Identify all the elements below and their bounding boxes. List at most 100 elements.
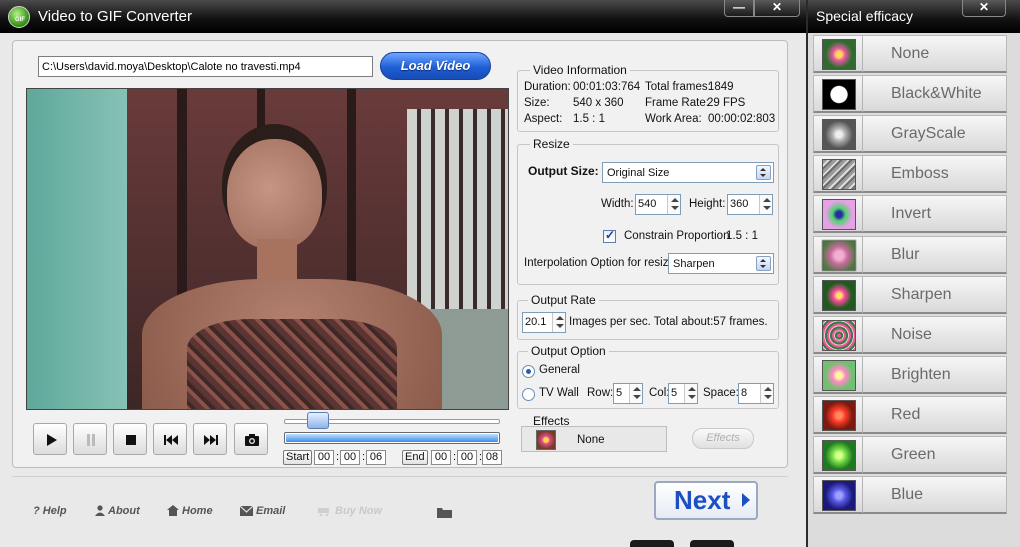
size-label: Size:: [524, 97, 550, 109]
effect-item-green[interactable]: Green: [813, 436, 1007, 474]
help-link[interactable]: ? Help: [33, 505, 67, 517]
help-icon: ?: [33, 505, 40, 517]
space-spinner[interactable]: 8: [738, 383, 774, 404]
start-minutes[interactable]: 00: [340, 450, 360, 465]
skip-back-icon: [164, 435, 178, 445]
effect-thumbnail-icon: [536, 430, 556, 450]
load-video-button[interactable]: Load Video: [380, 52, 491, 80]
divider: [862, 397, 863, 433]
duration-value: 00:01:03:764: [573, 81, 641, 93]
effect-thumbnail-icon: [822, 320, 856, 351]
row-spinner[interactable]: 5: [613, 383, 643, 404]
snapshot-button[interactable]: [234, 423, 268, 455]
tv-wall-radio[interactable]: [522, 388, 535, 401]
effect-thumbnail-icon: [822, 159, 856, 190]
window-title: Video to GIF Converter: [38, 8, 192, 25]
effect-item-label: GrayScale: [891, 125, 966, 142]
time-separator: :: [362, 451, 366, 463]
effect-item-label: Invert: [891, 205, 932, 222]
home-icon: [167, 505, 179, 516]
total-frames-value: 1849: [708, 81, 734, 93]
output-rate-spinner[interactable]: 20.1: [522, 312, 566, 333]
effect-thumbnail-icon: [822, 400, 856, 431]
folder-button[interactable]: [437, 507, 452, 521]
effect-item-none[interactable]: None: [813, 35, 1007, 73]
end-hours[interactable]: 00: [431, 450, 451, 465]
aspect-value: 1.5 : 1: [573, 113, 605, 125]
interpolation-select[interactable]: Sharpen: [668, 253, 774, 274]
home-link[interactable]: Home: [167, 505, 213, 517]
size-value: 540 x 360: [573, 97, 624, 109]
divider: [862, 156, 863, 192]
effect-item-red[interactable]: Red: [813, 396, 1007, 434]
video-path-input[interactable]: [38, 56, 373, 77]
effect-item-brighten[interactable]: Brighten: [813, 356, 1007, 394]
constrain-checkbox[interactable]: [603, 228, 616, 243]
effect-item-blue[interactable]: Blue: [813, 476, 1007, 514]
about-link[interactable]: About: [95, 505, 140, 517]
minimize-button[interactable]: —: [724, 0, 754, 17]
effect-item-noise[interactable]: Noise: [813, 316, 1007, 354]
person-icon: [95, 505, 105, 516]
height-value: 360: [730, 198, 749, 210]
effect-item-emboss[interactable]: Emboss: [813, 155, 1007, 193]
space-value: 8: [741, 387, 748, 399]
play-button[interactable]: [33, 423, 67, 455]
end-seconds[interactable]: 08: [482, 450, 502, 465]
effects-panel-title: Special efficacy: [816, 8, 914, 24]
effect-item-blur[interactable]: Blur: [813, 236, 1007, 274]
effect-item-black-white[interactable]: Black&White: [813, 75, 1007, 113]
next-frame-button[interactable]: [193, 423, 227, 455]
buy-now-link[interactable]: Buy Now: [318, 505, 382, 517]
width-spinner[interactable]: 540: [635, 194, 681, 215]
divider: [862, 36, 863, 72]
spinner-arrows-icon: [552, 313, 565, 332]
home-label: Home: [182, 505, 213, 517]
dropdown-icon: [756, 165, 771, 180]
effect-item-label: Emboss: [891, 165, 949, 182]
space-label: Space:: [703, 387, 739, 399]
output-size-select[interactable]: Original Size: [602, 162, 774, 183]
col-spinner[interactable]: 5: [668, 383, 698, 404]
general-radio[interactable]: [522, 365, 535, 378]
help-label: Help: [42, 505, 67, 517]
divider: [862, 277, 863, 313]
email-link[interactable]: Email: [239, 505, 285, 517]
footer-tab: [630, 540, 674, 547]
stop-button[interactable]: [113, 423, 147, 455]
camera-icon: [245, 434, 259, 446]
effect-item-sharpen[interactable]: Sharpen: [813, 276, 1007, 314]
aspect-label: Aspect:: [524, 113, 563, 125]
end-minutes[interactable]: 00: [457, 450, 477, 465]
time-separator: :: [336, 451, 340, 463]
start-seconds[interactable]: 06: [366, 450, 386, 465]
effect-thumbnail-icon: [822, 360, 856, 391]
effect-thumbnail-icon: [822, 240, 856, 271]
work-area-value: 00:00:02:803: [708, 113, 776, 125]
output-option-title: Output Option: [528, 344, 609, 358]
effect-item-grayscale[interactable]: GrayScale: [813, 115, 1007, 153]
duration-label: Duration:: [524, 81, 571, 93]
stop-icon: [126, 435, 136, 445]
output-rate-description: Images per sec. Total about:57 frames.: [569, 316, 768, 328]
effect-thumbnail-icon: [822, 39, 856, 70]
effects-button[interactable]: Effects: [692, 428, 754, 449]
seek-slider-thumb[interactable]: [307, 412, 329, 429]
video-window-grille: [407, 109, 508, 309]
divider: [862, 196, 863, 232]
output-rate-value: 20.1: [525, 316, 547, 328]
interp-label: Interpolation Option for resize:: [524, 257, 679, 269]
effect-item-invert[interactable]: Invert: [813, 195, 1007, 233]
footer-tab: [690, 540, 734, 547]
height-spinner[interactable]: 360: [727, 194, 773, 215]
start-hours[interactable]: 00: [314, 450, 334, 465]
close-button[interactable]: ✕: [754, 0, 800, 17]
output-size-value: Original Size: [607, 167, 670, 179]
divider: [862, 116, 863, 152]
previous-button[interactable]: [153, 423, 187, 455]
effects-close-button[interactable]: ✕: [962, 0, 1006, 17]
effect-item-label: Blue: [891, 486, 924, 503]
row-value: 5: [616, 387, 623, 399]
effect-thumbnail-icon: [822, 440, 856, 471]
pause-button[interactable]: [73, 423, 107, 455]
